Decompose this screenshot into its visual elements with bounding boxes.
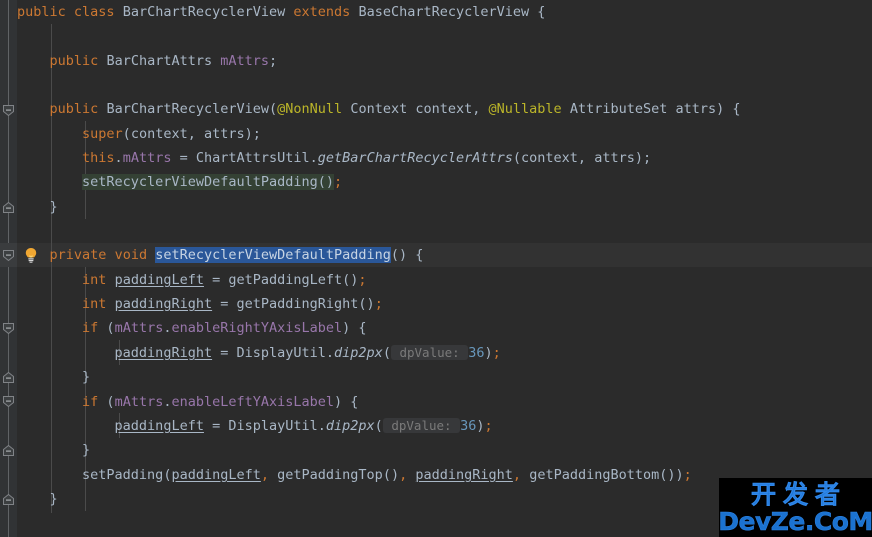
code-line[interactable]: int paddingRight = getPaddingRight(); — [17, 292, 383, 316]
code-line[interactable]: paddingLeft = DisplayUtil.dip2px( dpValu… — [17, 414, 493, 438]
code-line[interactable]: paddingRight = DisplayUtil.dip2px( dpVal… — [17, 341, 501, 365]
usage-highlight[interactable]: setRecyclerViewDefaultPadding() — [82, 174, 334, 190]
code-line[interactable] — [17, 73, 25, 97]
watermark-chinese-text: 开发者 — [750, 479, 847, 509]
selected-identifier[interactable]: setRecyclerViewDefaultPadding — [155, 247, 391, 263]
watermark: 开发者 DevZe.CoM — [719, 478, 872, 537]
fold-start-icon[interactable] — [2, 322, 15, 335]
code-line[interactable]: public BarChartAttrs mAttrs; — [17, 49, 278, 73]
inlay-parameter-hint: dpValue: — [382, 418, 461, 433]
fold-end-icon[interactable] — [2, 371, 15, 384]
code-line[interactable]: public class BarChartRecyclerView extend… — [17, 0, 545, 24]
fold-start-icon[interactable] — [2, 395, 15, 408]
code-line[interactable]: if (mAttrs.enableLeftYAxisLabel) { — [17, 390, 358, 414]
fold-end-icon[interactable] — [2, 493, 15, 506]
code-line[interactable]: setRecyclerViewDefaultPadding(); — [17, 170, 342, 194]
code-line[interactable]: private void setRecyclerViewDefaultPaddi… — [17, 243, 423, 267]
inlay-parameter-hint: dpValue: — [390, 345, 469, 360]
code-line[interactable]: setPadding(paddingLeft, getPaddingTop(),… — [17, 463, 692, 487]
code-line[interactable]: super(context, attrs); — [17, 122, 261, 146]
code-line[interactable]: } — [17, 195, 58, 219]
code-line[interactable] — [17, 24, 25, 48]
editor-gutter[interactable] — [0, 0, 17, 537]
code-line[interactable]: } — [17, 365, 90, 389]
code-line[interactable] — [17, 219, 25, 243]
code-editor[interactable]: public class BarChartRecyclerView extend… — [0, 0, 872, 537]
watermark-latin-text: DevZe.CoM — [719, 506, 872, 536]
fold-start-icon[interactable] — [2, 104, 15, 117]
fold-end-icon[interactable] — [2, 444, 15, 457]
code-line[interactable]: int paddingLeft = getPaddingLeft(); — [17, 268, 367, 292]
fold-start-icon[interactable] — [2, 249, 15, 262]
code-line[interactable]: } — [17, 438, 90, 462]
code-line[interactable]: public BarChartRecyclerView(@NonNull Con… — [17, 97, 741, 121]
fold-end-icon[interactable] — [2, 201, 15, 214]
lightbulb-icon[interactable] — [24, 247, 38, 263]
code-line[interactable]: } — [17, 487, 58, 511]
code-content[interactable]: public class BarChartRecyclerView extend… — [0, 0, 872, 537]
code-line[interactable]: this.mAttrs = ChartAttrsUtil.getBarChart… — [17, 146, 651, 170]
code-line[interactable]: if (mAttrs.enableRightYAxisLabel) { — [17, 316, 367, 340]
